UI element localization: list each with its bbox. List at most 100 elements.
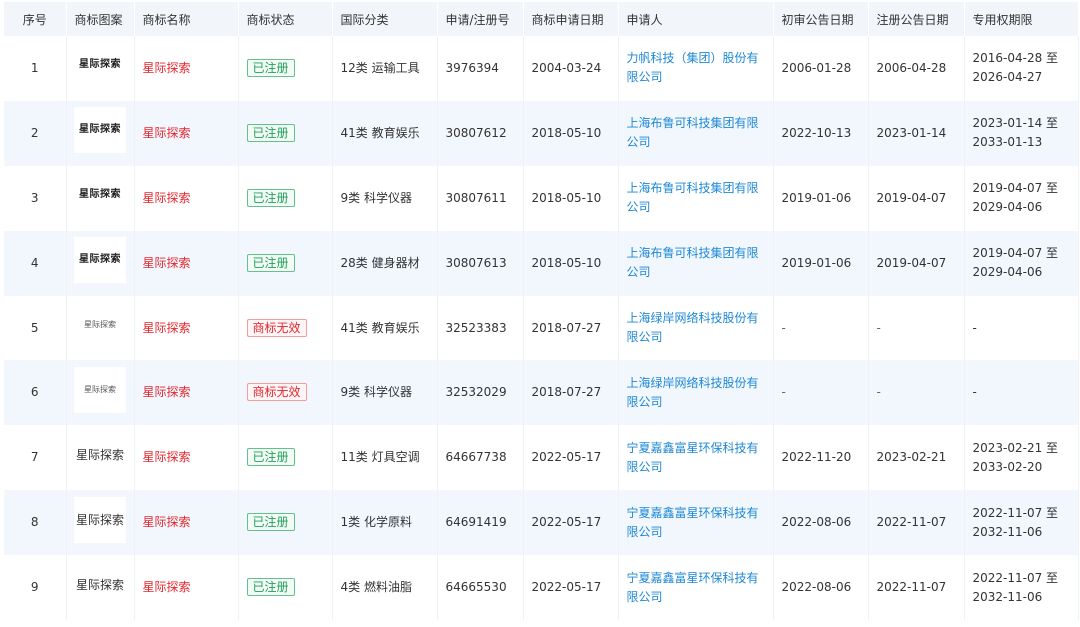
reg-announce-date: - — [868, 295, 965, 361]
application-date: 2018-07-27 — [523, 360, 619, 426]
status-badge: 商标无效 — [246, 383, 307, 402]
column-header-name: 商标名称 — [134, 2, 239, 36]
application-date: 2022-05-17 — [523, 490, 619, 556]
registration-number: 64665530 — [437, 555, 524, 621]
column-header-logo: 商标图案 — [66, 2, 135, 36]
trademark-logo-cell: 星际探索 — [66, 165, 135, 231]
trademark-logo-image[interactable]: 星际探索 — [74, 172, 126, 219]
column-header-status: 商标状态 — [238, 2, 333, 36]
applicant-link[interactable]: 上海绿岸网络科技股份有限公司 — [627, 376, 759, 409]
trademark-name: 星际探索 — [134, 100, 239, 166]
applicant-link[interactable]: 上海布鲁可科技集团有限公司 — [627, 181, 759, 214]
term-start: - — [972, 320, 977, 335]
applicant-link[interactable]: 宁夏嘉鑫富星环保科技有限公司 — [627, 571, 759, 604]
registration-number: 3976394 — [437, 36, 524, 101]
table-row[interactable]: 2 星际探索 星际探索 已注册 41类 教育娱乐 30807612 2018-0… — [4, 100, 1079, 166]
applicant-cell: 宁夏嘉鑫富星环保科技有限公司 — [618, 490, 774, 556]
status-badge: 商标无效 — [246, 318, 307, 337]
column-header-term: 专用权期限 — [964, 2, 1079, 36]
table-row[interactable]: 7 星际探索 星际探索 已注册 11类 灯具空调 64667738 2022-0… — [4, 425, 1079, 491]
trademark-logo-image[interactable]: 星际探索 — [74, 431, 126, 478]
trademark-status-cell: 已注册 — [238, 36, 333, 101]
trademark-logo-cell: 星际探索 — [66, 360, 135, 426]
trademark-status-cell: 商标无效 — [238, 360, 333, 426]
table-row[interactable]: 3 星际探索 星际探索 已注册 9类 科学仪器 30807611 2018-05… — [4, 165, 1079, 231]
applicant-cell: 上海布鲁可科技集团有限公司 — [618, 165, 774, 231]
column-header-index: 序号 — [4, 2, 67, 36]
column-header-reg-no: 申请/注册号 — [437, 2, 524, 36]
term-end: 2033-01-13 — [972, 135, 1043, 150]
table-row[interactable]: 5 星际探索 星际探索 商标无效 41类 教育娱乐 32523383 2018-… — [4, 295, 1079, 361]
applicant-link[interactable]: 宁夏嘉鑫富星环保科技有限公司 — [627, 441, 759, 474]
trademark-logo-image[interactable]: 星际探索 — [74, 561, 126, 608]
row-index: 3 — [4, 165, 67, 231]
application-date: 2022-05-17 — [523, 555, 619, 621]
trademark-logo-cell: 星际探索 — [66, 555, 135, 621]
intl-class: 28类 健身器材 — [332, 230, 438, 296]
reg-announce-date: 2019-04-07 — [868, 165, 965, 231]
applicant-link[interactable]: 宁夏嘉鑫富星环保科技有限公司 — [627, 506, 759, 539]
exclusive-right-term: 2022-11-07 至 2032-11-06 — [964, 555, 1079, 621]
prelim-announce-date: 2022-08-06 — [773, 555, 869, 621]
exclusive-right-term: 2016-04-28 至 2026-04-27 — [964, 36, 1079, 101]
table-row[interactable]: 9 星际探索 星际探索 已注册 4类 燃料油脂 64665530 2022-05… — [4, 555, 1079, 621]
prelim-announce-date: 2006-01-28 — [773, 36, 869, 101]
applicant-link[interactable]: 上海布鲁可科技集团有限公司 — [627, 116, 759, 149]
exclusive-right-term: 2023-02-21 至 2033-02-20 — [964, 425, 1079, 491]
table-row[interactable]: 1 星际探索 星际探索 已注册 12类 运输工具 3976394 2004-03… — [4, 36, 1079, 101]
term-end: 2032-11-06 — [972, 589, 1043, 604]
trademark-logo-image[interactable]: 星际探索 — [74, 366, 126, 413]
trademark-logo-cell: 星际探索 — [66, 36, 135, 101]
term-start: 2023-02-21 至 — [972, 440, 1059, 455]
trademark-logo-image[interactable]: 星际探索 — [74, 302, 126, 348]
term-end: 2029-04-06 — [972, 265, 1043, 280]
prelim-announce-date: - — [773, 295, 869, 361]
applicant-link[interactable]: 力帆科技（集团）股份有限公司 — [627, 51, 759, 84]
application-date: 2018-05-10 — [523, 165, 619, 231]
trademark-logo-image[interactable]: 星际探索 — [74, 237, 126, 284]
trademark-logo-cell: 星际探索 — [66, 295, 135, 361]
intl-class: 41类 教育娱乐 — [332, 100, 438, 166]
applicant-link[interactable]: 上海布鲁可科技集团有限公司 — [627, 246, 759, 279]
trademark-logo-image[interactable]: 星际探索 — [74, 42, 126, 89]
table-row[interactable]: 4 星际探索 星际探索 已注册 28类 健身器材 30807613 2018-0… — [4, 230, 1079, 296]
applicant-cell: 上海绿岸网络科技股份有限公司 — [618, 295, 774, 361]
table-header-row: 序号 商标图案 商标名称 商标状态 国际分类 申请/注册号 商标申请日期 申请人… — [4, 2, 1079, 36]
intl-class: 9类 科学仪器 — [332, 360, 438, 426]
trademark-logo-image[interactable]: 星际探索 — [74, 107, 126, 154]
application-date: 2004-03-24 — [523, 36, 619, 101]
trademark-name: 星际探索 — [134, 490, 239, 556]
application-date: 2022-05-17 — [523, 425, 619, 491]
application-date: 2018-05-10 — [523, 230, 619, 296]
intl-class: 1类 化学原料 — [332, 490, 438, 556]
trademark-status-cell: 商标无效 — [238, 295, 333, 361]
trademark-status-cell: 已注册 — [238, 490, 333, 556]
reg-announce-date: 2019-04-07 — [868, 230, 965, 296]
reg-announce-date: 2022-11-07 — [868, 555, 965, 621]
registration-number: 30807612 — [437, 100, 524, 166]
application-date: 2018-07-27 — [523, 295, 619, 361]
column-header-apply-date: 商标申请日期 — [523, 2, 619, 36]
column-header-applicant: 申请人 — [618, 2, 774, 36]
term-start: - — [972, 385, 977, 400]
intl-class: 41类 教育娱乐 — [332, 295, 438, 361]
term-start: 2022-11-07 至 — [972, 570, 1059, 585]
column-header-reg-date: 注册公告日期 — [868, 2, 965, 36]
status-badge: 已注册 — [246, 448, 295, 467]
table-row[interactable]: 8 星际探索 星际探索 已注册 1类 化学原料 64691419 2022-05… — [4, 490, 1079, 556]
registration-number: 32523383 — [437, 295, 524, 361]
applicant-link[interactable]: 上海绿岸网络科技股份有限公司 — [627, 311, 759, 344]
trademark-logo-image[interactable]: 星际探索 — [74, 496, 126, 543]
table-header: 序号 商标图案 商标名称 商标状态 国际分类 申请/注册号 商标申请日期 申请人… — [4, 2, 1079, 36]
table-body: 1 星际探索 星际探索 已注册 12类 运输工具 3976394 2004-03… — [4, 36, 1079, 621]
exclusive-right-term: - — [964, 295, 1079, 361]
trademark-status-cell: 已注册 — [238, 165, 333, 231]
row-index: 7 — [4, 425, 67, 491]
prelim-announce-date: 2022-10-13 — [773, 100, 869, 166]
intl-class: 12类 运输工具 — [332, 36, 438, 101]
trademark-name: 星际探索 — [134, 36, 239, 101]
term-start: 2022-11-07 至 — [972, 505, 1059, 520]
table-row[interactable]: 6 星际探索 星际探索 商标无效 9类 科学仪器 32532029 2018-0… — [4, 360, 1079, 426]
row-index: 6 — [4, 360, 67, 426]
exclusive-right-term: - — [964, 360, 1079, 426]
